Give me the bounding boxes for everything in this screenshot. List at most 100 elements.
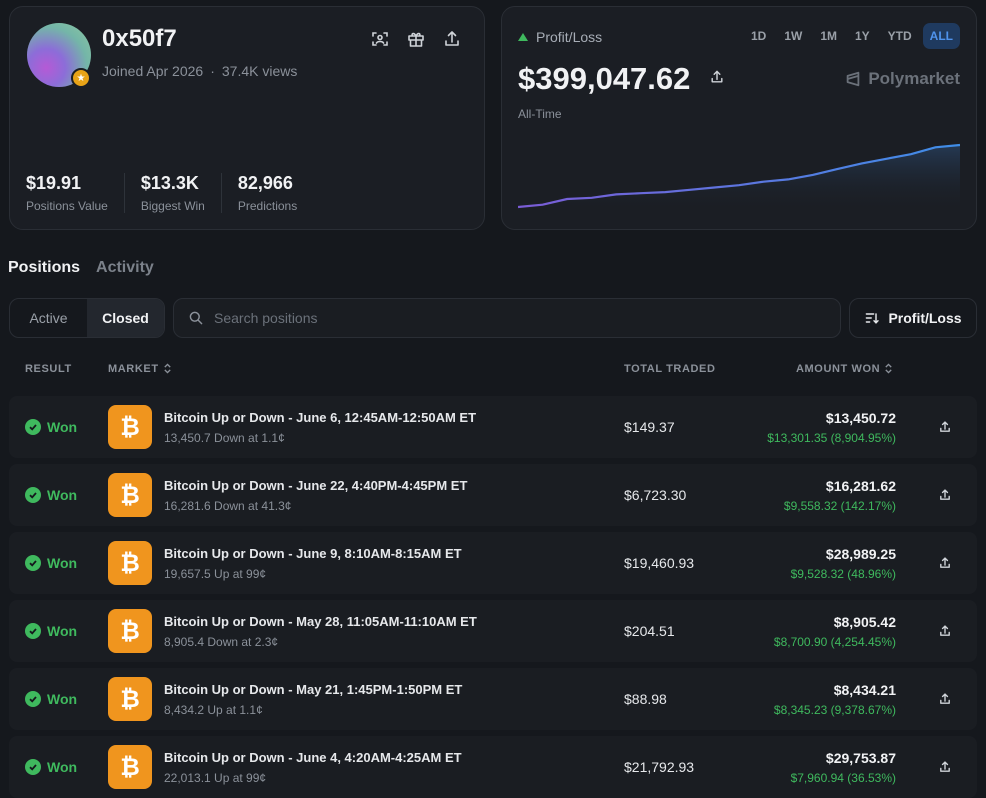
market-subtitle: 19,657.5 Up at 99¢ — [164, 567, 267, 581]
pnl-title: Profit/Loss — [518, 29, 602, 45]
header-total-traded: TOTAL TRADED — [624, 363, 716, 375]
total-traded: $88.98 — [624, 691, 667, 707]
stat-predictions: 82,966 Predictions — [238, 173, 313, 213]
result-badge: Won — [25, 623, 77, 639]
pnl-card: Profit/Loss 1D 1W 1M 1Y YTD ALL $399,047… — [501, 6, 977, 230]
table-row[interactable]: Won ₿ Bitcoin Up or Down - June 9, 8:10A… — [9, 532, 977, 594]
header-market-label: MARKET — [108, 363, 159, 375]
market-title[interactable]: Bitcoin Up or Down - June 9, 8:10AM-8:15… — [164, 546, 462, 561]
range-1y[interactable]: 1Y — [848, 23, 877, 49]
result-badge: Won — [25, 419, 77, 435]
result-badge: Won — [25, 691, 77, 707]
gain: $9,528.32 (48.96%) — [790, 567, 896, 581]
search-input[interactable] — [214, 310, 814, 326]
market-title[interactable]: Bitcoin Up or Down - June 22, 4:40PM-4:4… — [164, 478, 467, 493]
search-box — [173, 298, 841, 338]
result-label: Won — [47, 419, 78, 435]
sort-icon — [866, 313, 880, 324]
joined-date: Joined Apr 2026 — [102, 63, 204, 79]
search-icon — [189, 311, 203, 325]
stat-biggest-win: $13.3K Biggest Win — [141, 173, 222, 213]
bitcoin-icon: ₿ — [108, 609, 152, 653]
tab-activity[interactable]: Activity — [96, 259, 154, 277]
market-title[interactable]: Bitcoin Up or Down - June 6, 12:45AM-12:… — [164, 410, 476, 425]
header-result: RESULT — [25, 363, 72, 375]
market-title[interactable]: Bitcoin Up or Down - June 4, 4:20AM-4:25… — [164, 750, 462, 765]
table-row[interactable]: Won ₿ Bitcoin Up or Down - May 28, 11:05… — [9, 600, 977, 662]
range-ytd[interactable]: YTD — [881, 23, 919, 49]
scan-icon[interactable] — [370, 29, 390, 49]
profile-meta: Joined Apr 2026 · 37.4K views — [102, 63, 298, 79]
header-market[interactable]: MARKET — [108, 363, 172, 375]
amount-won: $13,450.72 — [825, 410, 896, 426]
amount-won: $28,989.25 — [825, 546, 896, 562]
stat-value: 82,966 — [237, 173, 293, 193]
stat-value: $13.3K — [140, 173, 199, 193]
stat-label: Predictions — [237, 199, 298, 213]
range-1d[interactable]: 1D — [744, 23, 773, 49]
table-row[interactable]: Won ₿ Bitcoin Up or Down - May 21, 1:45P… — [9, 668, 977, 730]
stat-label: Positions Value — [26, 199, 108, 213]
result-label: Won — [47, 691, 78, 707]
pnl-amount: $399,047.62 — [518, 61, 691, 96]
market-title[interactable]: Bitcoin Up or Down - May 21, 1:45PM-1:50… — [164, 682, 462, 697]
header-amount-won-label: AMOUNT WON — [796, 363, 881, 375]
share-icon[interactable] — [938, 760, 952, 774]
share-icon[interactable] — [938, 420, 952, 434]
result-badge: Won — [25, 759, 77, 775]
result-label: Won — [47, 487, 78, 503]
bitcoin-icon: ₿ — [108, 541, 152, 585]
badge-icon: ★ — [71, 68, 91, 88]
stat-positions-value: $19.91 Positions Value — [26, 173, 125, 213]
polymarket-icon — [847, 71, 860, 87]
table-row[interactable]: Won ₿ Bitcoin Up or Down - June 4, 4:20A… — [9, 736, 977, 798]
segment-closed[interactable]: Closed — [87, 299, 164, 337]
pnl-period: All-Time — [518, 107, 562, 121]
tabs: Positions Activity — [8, 259, 154, 277]
segment-active[interactable]: Active — [10, 299, 87, 337]
table-row[interactable]: Won ₿ Bitcoin Up or Down - June 6, 12:45… — [9, 396, 977, 458]
share-icon[interactable] — [938, 692, 952, 706]
market-title[interactable]: Bitcoin Up or Down - May 28, 11:05AM-11:… — [164, 614, 477, 629]
total-traded: $204.51 — [624, 623, 675, 639]
share-icon[interactable] — [938, 488, 952, 502]
result-label: Won — [47, 759, 78, 775]
result-badge: Won — [25, 555, 77, 571]
share-icon[interactable] — [938, 624, 952, 638]
profile-stats: $19.91 Positions Value $13.3K Biggest Wi… — [26, 173, 329, 213]
total-traded: $6,723.30 — [624, 487, 687, 503]
sort-button[interactable]: Profit/Loss — [849, 298, 977, 338]
check-icon — [25, 759, 41, 775]
tab-positions[interactable]: Positions — [8, 259, 80, 277]
share-icon[interactable] — [938, 556, 952, 570]
amount-won: $8,434.21 — [833, 682, 896, 698]
sort-toggle-icon — [163, 363, 171, 374]
gain: $8,700.90 (4,254.45%) — [773, 635, 896, 649]
sort-toggle-icon — [885, 363, 892, 374]
total-traded: $19,460.93 — [624, 555, 695, 571]
market-subtitle: 8,905.4 Down at 2.3¢ — [164, 635, 279, 649]
market-subtitle: 22,013.1 Up at 99¢ — [164, 771, 267, 785]
amount-won: $29,753.87 — [825, 750, 896, 766]
view-count: 37.4K views — [221, 63, 298, 79]
trend-up-icon — [518, 33, 528, 41]
amount-won: $8,905.42 — [833, 614, 896, 630]
stat-label: Biggest Win — [140, 199, 205, 213]
profile-card: ★ 0x50f7 Joined Apr 2026 · 37.4K views $19… — [9, 6, 485, 230]
header-amount-won[interactable]: AMOUNT WON — [796, 363, 893, 375]
share-pnl-icon[interactable] — [709, 69, 725, 85]
sort-label: Profit/Loss — [888, 310, 962, 326]
range-all[interactable]: ALL — [922, 23, 960, 49]
table-row[interactable]: Won ₿ Bitcoin Up or Down - June 22, 4:40… — [9, 464, 977, 526]
range-1m[interactable]: 1M — [813, 23, 844, 49]
check-icon — [25, 691, 41, 707]
stat-value: $19.91 — [26, 173, 82, 193]
share-icon[interactable] — [442, 29, 462, 49]
bitcoin-icon: ₿ — [108, 473, 152, 517]
market-subtitle: 16,281.6 Down at 41.3¢ — [164, 499, 292, 513]
gift-icon[interactable] — [406, 29, 426, 49]
check-icon — [25, 623, 41, 639]
range-1w[interactable]: 1W — [777, 23, 809, 49]
total-traded: $21,792.93 — [624, 759, 695, 775]
check-icon — [25, 419, 41, 435]
